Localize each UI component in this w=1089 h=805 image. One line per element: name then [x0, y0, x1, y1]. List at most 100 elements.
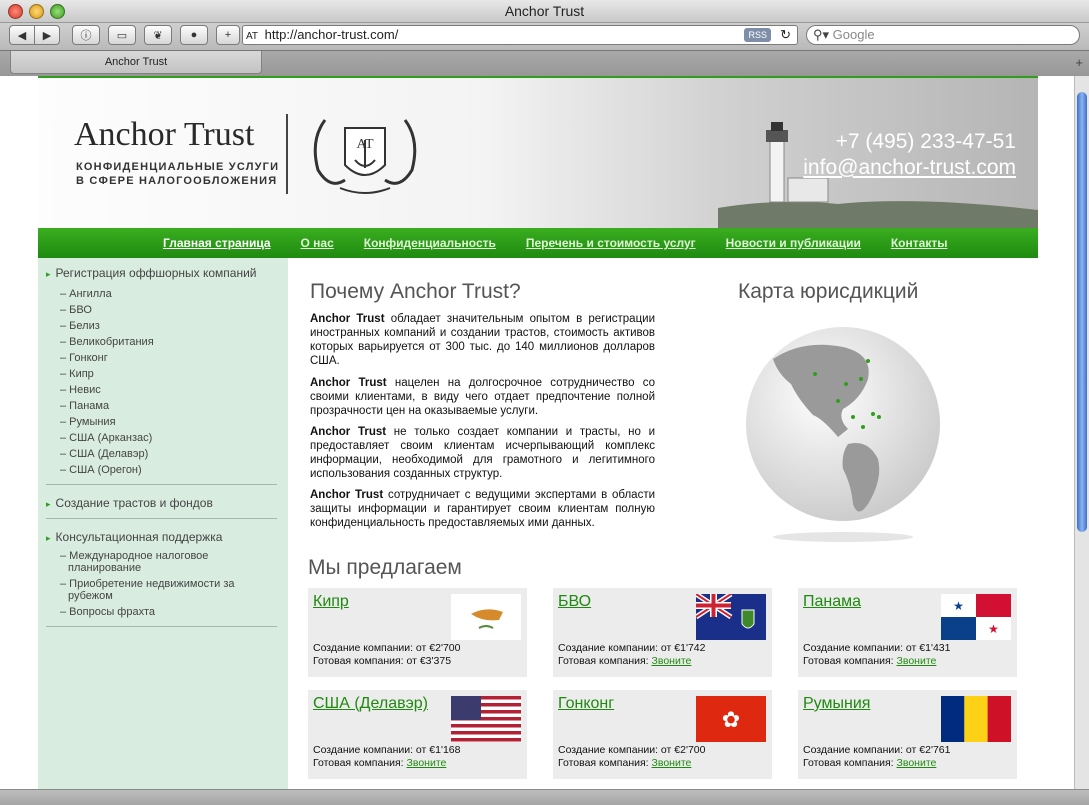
map-title: Карта юрисдикций: [738, 280, 919, 303]
minimize-window-button[interactable]: [29, 4, 44, 19]
search-placeholder: Google: [832, 27, 875, 42]
rss-badge[interactable]: RSS: [744, 28, 771, 42]
status-bar: [0, 789, 1089, 805]
sidebar-item-usa-arkansas[interactable]: – США (Арканзас): [60, 432, 152, 444]
back-button[interactable]: ◀: [9, 25, 35, 45]
close-window-button[interactable]: [8, 4, 23, 19]
nav-news[interactable]: Новости и публикации: [726, 236, 861, 250]
site-header: Anchor Trust КОНФИДЕНЦИАЛЬНЫЕ УСЛУГИ В С…: [38, 76, 1038, 228]
sidebar-item-uk[interactable]: – Великобритания: [60, 336, 154, 348]
reload-icon[interactable]: ↻: [780, 26, 791, 44]
contact-phone: +7 (495) 233-47-51: [835, 130, 1016, 153]
tagline-line-2: В СФЕРЕ НАЛОГООБЛОЖЕНИЯ: [76, 175, 278, 187]
brand-bold: Anchor Trust: [310, 377, 387, 389]
sidebar-divider: [46, 484, 277, 485]
why-paragraph-3: Anchor Trust не только создает компании …: [310, 425, 655, 481]
sidebar-section-consulting[interactable]: ▸ Консультационная поддержка: [46, 530, 222, 544]
offers-title: Мы предлагаем: [308, 556, 462, 579]
window-controls: [8, 4, 65, 19]
brand-bold: Anchor Trust: [310, 426, 387, 438]
tab-anchor-trust[interactable]: Anchor Trust: [10, 51, 262, 74]
sidebar-section-label: Регистрация оффшорных компаний: [55, 266, 257, 280]
new-tab-icon[interactable]: +: [1075, 55, 1083, 70]
nav-privacy[interactable]: Конфиденциальность: [364, 236, 496, 250]
search-field[interactable]: ⚲▾ Google: [806, 25, 1080, 45]
zoom-window-button[interactable]: [50, 4, 65, 19]
call-link[interactable]: Звоните: [652, 655, 692, 667]
sidebar-item-nevis[interactable]: – Невис: [60, 384, 101, 396]
sidebar-item-hongkong[interactable]: – Гонконг: [60, 352, 108, 364]
bullet-icon: ▸: [46, 533, 51, 543]
call-link[interactable]: Звоните: [407, 757, 447, 769]
why-title: Почему Anchor Trust?: [310, 280, 521, 303]
logo-tagline: КОНФИДЕНЦИАЛЬНЫЕ УСЛУГИ В СФЕРЕ НАЛОГООБ…: [76, 160, 279, 188]
offer-price-ready: Готовая компания: от €3'375: [313, 655, 451, 667]
crest-icon: AT: [313, 119, 417, 194]
site-favicon: AT: [246, 31, 259, 42]
scrollbar-thumb[interactable]: [1077, 92, 1087, 532]
sidebar-item-tax-planning[interactable]: – Международное налоговое: [60, 550, 208, 562]
sidebar-item-freight[interactable]: – Вопросы фрахта: [60, 606, 155, 618]
vertical-scrollbar[interactable]: [1074, 76, 1089, 789]
sidebar-section-trusts[interactable]: ▸ Создание трастов и фондов: [46, 496, 213, 510]
why-paragraph-4: Anchor Trust сотрудничает с ведущими экс…: [310, 488, 655, 530]
window-button[interactable]: ▭: [108, 25, 136, 45]
nav-home[interactable]: Главная страница: [163, 236, 271, 250]
offer-ready-label: Готовая компания:: [803, 655, 897, 667]
logo-name[interactable]: Anchor Trust: [74, 116, 254, 154]
why-paragraph-2: Anchor Trust нацелен на долгосрочное сот…: [310, 376, 655, 418]
offer-ready-label: Готовая компания: от €3'375: [313, 655, 452, 667]
offer-title-link[interactable]: США (Делавэр): [313, 695, 428, 713]
sidebar-item-anguilla[interactable]: – Ангилла: [60, 288, 112, 300]
nav-services[interactable]: Перечень и стоимость услуг: [526, 236, 696, 250]
offer-price-ready: Готовая компания: Звоните: [803, 655, 936, 667]
add-bookmark-button[interactable]: +: [216, 25, 240, 45]
sidebar-item-real-estate-cont[interactable]: рубежом: [68, 590, 113, 602]
sidebar-section-offshore[interactable]: ▸ Регистрация оффшорных компаний: [46, 266, 257, 280]
info-button[interactable]: ⓘ: [72, 25, 100, 45]
sidebar-item-romania[interactable]: – Румыния: [60, 416, 116, 428]
call-link[interactable]: Звоните: [897, 757, 937, 769]
nav-about[interactable]: О нас: [301, 236, 334, 250]
offer-price-new: Создание компании: от €2'761: [803, 744, 951, 756]
sidebar-item-cyprus[interactable]: – Кипр: [60, 368, 94, 380]
contact-email-link[interactable]: info@anchor-trust.com: [803, 156, 1016, 180]
offer-card-cyprus: Кипр Создание компании: от €2'700 Готова…: [308, 588, 527, 677]
forward-button[interactable]: ▶: [34, 25, 60, 45]
offer-title-link[interactable]: БВО: [558, 593, 591, 611]
sidebar-item-bvi[interactable]: – БВО: [60, 304, 92, 316]
offer-price-new: Создание компании: от €1'742: [558, 642, 706, 654]
brand-bold: Anchor Trust: [310, 489, 384, 501]
sidebar-item-panama[interactable]: – Панама: [60, 400, 109, 412]
brand-bold: Anchor Trust: [310, 313, 385, 325]
offer-ready-label: Готовая компания:: [313, 757, 407, 769]
jurisdiction-globe[interactable]: [743, 319, 943, 544]
address-bar[interactable]: AT http://anchor-trust.com/ RSS ↻: [242, 25, 798, 45]
leaf-button[interactable]: ❦: [144, 25, 172, 45]
url-text: http://anchor-trust.com/: [264, 27, 399, 42]
cyprus-flag-icon: [451, 594, 521, 640]
tagline-line-1: КОНФИДЕНЦИАЛЬНЫЕ УСЛУГИ: [76, 161, 280, 173]
offer-title-link[interactable]: Гонконг: [558, 695, 614, 713]
offer-title-link[interactable]: Румыния: [803, 695, 870, 713]
info-icon: ⓘ: [80, 30, 92, 42]
call-link[interactable]: Звоните: [652, 757, 692, 769]
offer-price-ready: Готовая компания: Звоните: [558, 655, 691, 667]
sidebar-item-tax-planning-cont[interactable]: планирование: [68, 562, 141, 574]
nav-contacts[interactable]: Контакты: [891, 236, 948, 250]
offer-ready-label: Готовая компания:: [803, 757, 897, 769]
sidebar-item-usa-oregon[interactable]: – США (Орегон): [60, 464, 142, 476]
offer-title-link[interactable]: Кипр: [313, 593, 349, 611]
bullet-icon: ▸: [46, 269, 51, 279]
call-link[interactable]: Звоните: [897, 655, 937, 667]
offer-card-hongkong: Гонконг ✿ Создание компании: от €2'700 Г…: [553, 690, 772, 779]
camera-icon: ●: [190, 29, 198, 41]
sidebar-item-belize[interactable]: – Белиз: [60, 320, 100, 332]
why-paragraph-1: Anchor Trust обладает значительным опыто…: [310, 312, 655, 368]
sidebar-item-real-estate[interactable]: – Приобретение недвижимости за: [60, 578, 235, 590]
offer-title-link[interactable]: Панама: [803, 593, 861, 611]
usa-flag-icon: [451, 696, 521, 742]
svg-text:★: ★: [953, 599, 964, 613]
sidebar-item-usa-delaware[interactable]: – США (Делавэр): [60, 448, 148, 460]
camera-button[interactable]: ●: [180, 25, 208, 45]
